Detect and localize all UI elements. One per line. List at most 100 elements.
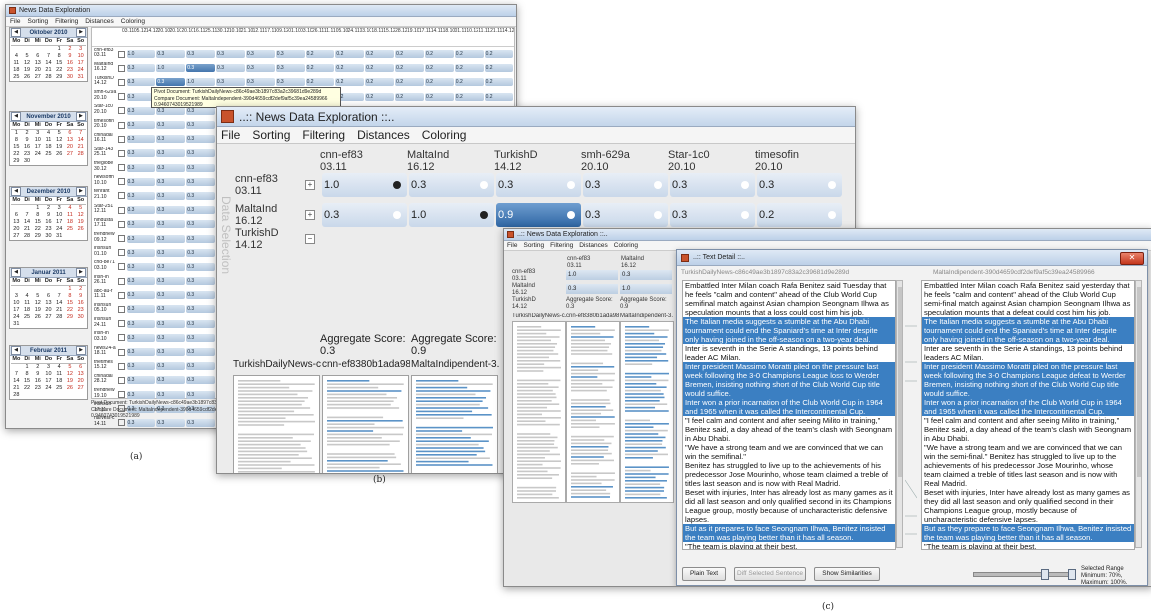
matrix-cell[interactable]: 0.2 (365, 78, 395, 87)
sentence[interactable]: Inter president Massimo Moratti piled on… (683, 362, 895, 398)
plain-text-button[interactable]: Plain Text (682, 567, 726, 581)
matrix-cell[interactable]: 0.3 (186, 64, 216, 73)
calendar-day[interactable]: 3 (54, 205, 65, 212)
matrix-cell[interactable]: 0.3 (126, 390, 156, 399)
calendar-day[interactable]: 17 (54, 219, 65, 226)
calendar-day[interactable]: 23 (75, 307, 86, 314)
calendar-day[interactable]: 5 (32, 293, 43, 300)
matrix-cell[interactable]: 0.3 (156, 418, 186, 427)
matrix-cell[interactable]: 0.3 (186, 390, 216, 399)
sentence[interactable]: "We have a strong team and we are convin… (922, 443, 1134, 488)
matrix-cell[interactable]: 0.3 (126, 220, 156, 229)
calendar-day[interactable]: 21 (54, 307, 65, 314)
menu-item-sorting[interactable]: Sorting (27, 18, 48, 25)
menu-item-coloring[interactable]: Coloring (422, 128, 467, 142)
calendar-day[interactable]: 25 (43, 151, 54, 158)
matrix-cell[interactable]: 0.3 (216, 64, 245, 73)
calendar-day[interactable]: 22 (22, 385, 33, 392)
matrix-cell[interactable]: 0.3 (126, 191, 156, 200)
calendar-day[interactable]: 17 (11, 307, 22, 314)
expand-icon[interactable] (118, 93, 125, 101)
calendar-day[interactable]: 6 (43, 293, 54, 300)
calendar-day[interactable]: 4 (54, 364, 65, 371)
chevron-left-icon[interactable]: ◀ (11, 268, 21, 277)
calendar-day[interactable]: 24 (75, 67, 86, 74)
calendar-day[interactable]: 29 (65, 314, 76, 321)
calendar-day[interactable]: 8 (65, 293, 76, 300)
calendar-day[interactable]: 6 (11, 212, 22, 219)
matrix-cell[interactable]: 0.3 (126, 248, 156, 257)
matrix-cell[interactable]: 0.2 (305, 78, 335, 87)
matrix-cell[interactable]: 0.3 (186, 177, 216, 186)
matrix-cell[interactable]: 0.2 (395, 78, 424, 87)
calendar-day[interactable]: 12 (32, 300, 43, 307)
matrix-cell[interactable]: 0.2 (305, 64, 335, 73)
calendar-day[interactable]: 19 (22, 67, 33, 74)
matrix-cell[interactable]: 0.2 (365, 92, 395, 101)
chevron-left-icon[interactable]: ◀ (11, 112, 21, 121)
matrix-cell[interactable]: 0.3 (186, 277, 216, 286)
calendar-day[interactable]: 1 (54, 46, 65, 53)
matrix-cell[interactable]: 0.2 (757, 203, 842, 227)
expand-icon[interactable] (118, 249, 125, 257)
matrix-row[interactable]: TurkishD 14.12 − (233, 227, 322, 251)
expand-icon[interactable] (118, 320, 125, 328)
calendar-day[interactable]: 11 (54, 371, 65, 378)
calendar-day[interactable]: 28 (22, 233, 33, 240)
expand-icon[interactable] (118, 220, 125, 228)
calendar-day[interactable]: 12 (65, 371, 76, 378)
calendar-day[interactable]: 26 (75, 226, 86, 233)
menu-item-file[interactable]: File (10, 18, 20, 25)
doc-thumbnail[interactable] (411, 375, 498, 473)
calendar-day[interactable]: 16 (32, 378, 43, 385)
calendar-day[interactable]: 11 (22, 300, 33, 307)
calendar-day[interactable]: 18 (22, 307, 33, 314)
matrix-cell[interactable]: 0.3 (156, 319, 186, 328)
calendar-day[interactable]: 8 (54, 53, 65, 60)
expand-icon[interactable] (118, 362, 125, 370)
right-scrollbar[interactable] (1135, 280, 1142, 548)
matrix-cell[interactable]: 0.3 (156, 191, 186, 200)
calendar-day[interactable]: 15 (32, 219, 43, 226)
matrix-cell[interactable]: 0.3 (670, 173, 755, 197)
calendar-day[interactable]: 4 (65, 205, 76, 212)
calendar-day[interactable]: 30 (65, 74, 76, 81)
matrix-cell[interactable]: 0.3 (216, 50, 245, 59)
calendar-day[interactable]: 21 (43, 67, 54, 74)
calendar-day[interactable]: 15 (65, 300, 76, 307)
calendar-day[interactable]: 28 (75, 151, 86, 158)
calendar-day[interactable]: 20 (11, 226, 22, 233)
close-icon[interactable]: ✕ (1120, 252, 1144, 265)
expand-icon[interactable] (118, 50, 125, 58)
calendar-day[interactable]: 19 (75, 219, 86, 226)
sentence[interactable]: The Italian media suggests a stumble at … (922, 317, 1134, 344)
calendar-day[interactable]: 1 (65, 286, 76, 293)
matrix-cell[interactable]: 0.3 (156, 262, 186, 271)
calendar-day[interactable]: 18 (65, 219, 76, 226)
calendar-day[interactable]: 14 (43, 60, 54, 67)
sentence[interactable]: Inter are seventh in the Serie A standin… (922, 344, 1134, 362)
chevron-right-icon[interactable]: ▶ (75, 187, 86, 196)
menu-item-sorting[interactable]: Sorting (523, 242, 544, 249)
matrix-row[interactable]: cnn-ef83 03.11 +1.0 0.3 0.3 0.3 0.3 0.3 (233, 173, 844, 197)
calendar-day[interactable]: 10 (32, 137, 43, 144)
matrix-cell[interactable]: 0.3 (156, 376, 186, 385)
matrix-row[interactable]: MaltaInd 16.12 +0.3 1.0 0.9 0.3 0.3 0.2 (233, 203, 844, 227)
expand-icon[interactable] (118, 178, 125, 186)
matrix-cell[interactable]: 0.3 (126, 348, 156, 357)
calendar-day[interactable]: 18 (54, 378, 65, 385)
calendar-day[interactable]: 17 (43, 378, 54, 385)
calendar-day[interactable]: 18 (43, 144, 54, 151)
matrix-cell[interactable]: 0.9 (496, 203, 581, 227)
calendar-day[interactable]: 30 (43, 233, 54, 240)
calendar-day[interactable]: 14 (11, 378, 22, 385)
calendar-day[interactable]: 30 (22, 158, 33, 165)
collapse-icon[interactable]: − (305, 234, 315, 244)
matrix-cell[interactable]: 1.0 (126, 50, 156, 59)
matrix-cell[interactable]: 1.0 (409, 203, 494, 227)
calendar-day[interactable]: 21 (22, 226, 33, 233)
calendar-day[interactable]: 2 (22, 130, 33, 137)
calendar-day[interactable]: 29 (54, 74, 65, 81)
matrix-cell[interactable]: 0.3 (186, 121, 216, 130)
matrix-cell[interactable]: 0.3 (186, 305, 216, 314)
